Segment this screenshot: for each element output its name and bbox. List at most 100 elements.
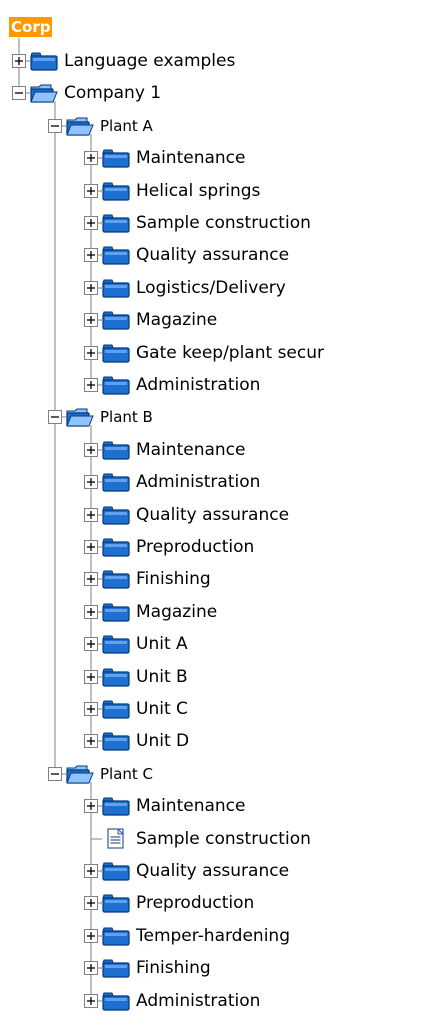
tree-node-label[interactable]: Finishing	[136, 953, 211, 983]
expand-plus-icon[interactable]	[84, 636, 98, 651]
expand-plus-icon[interactable]	[84, 960, 98, 975]
tree-node-label[interactable]: Language examples	[64, 46, 235, 76]
collapse-minus-icon[interactable]	[48, 118, 62, 133]
folder-closed-icon	[101, 504, 131, 526]
expand-plus-icon[interactable]	[84, 442, 98, 457]
tree-node[interactable]: Unit C	[84, 694, 418, 724]
tree-node[interactable]: Company 1	[12, 78, 418, 108]
tree-node-label[interactable]: Unit C	[136, 694, 188, 724]
expand-plus-icon[interactable]	[12, 53, 26, 68]
tree-node[interactable]: Unit A	[84, 629, 418, 659]
expand-plus-icon[interactable]	[84, 215, 98, 230]
collapse-minus-icon[interactable]	[48, 766, 62, 781]
expand-plus-icon[interactable]	[84, 183, 98, 198]
expand-plus-icon[interactable]	[84, 733, 98, 748]
tree-node[interactable]: Plant B	[48, 402, 418, 432]
folder-closed-icon	[101, 698, 131, 720]
tree-node-label[interactable]: Temper-hardening	[136, 921, 290, 951]
expand-plus-icon[interactable]	[84, 604, 98, 619]
tree-node-label[interactable]: Maintenance	[136, 791, 245, 821]
tree-node-label[interactable]: Maintenance	[136, 435, 245, 465]
tree-node[interactable]: Magazine	[84, 305, 418, 335]
tree-root-label[interactable]: Corp	[9, 17, 53, 37]
tree-node[interactable]: Preproduction	[84, 888, 418, 918]
tree-node[interactable]: Temper-hardening	[84, 921, 418, 951]
folder-closed-icon	[101, 212, 131, 234]
expand-plus-icon[interactable]	[84, 377, 98, 392]
tree-node[interactable]: Quality assurance	[84, 240, 418, 270]
folder-closed-icon	[101, 568, 131, 590]
expand-plus-icon[interactable]	[84, 312, 98, 327]
tree-node[interactable]: Administration	[84, 467, 418, 497]
tree-node-label[interactable]: Magazine	[136, 597, 217, 627]
expand-plus-icon[interactable]	[84, 247, 98, 262]
expand-plus-icon[interactable]	[84, 701, 98, 716]
tree-node-label[interactable]: Quality assurance	[136, 856, 289, 886]
expand-plus-icon[interactable]	[84, 150, 98, 165]
folder-closed-icon	[101, 147, 131, 169]
tree-node-label[interactable]: Finishing	[136, 564, 211, 594]
tree-node-label[interactable]: Maintenance	[136, 143, 245, 173]
tree-node[interactable]: Unit D	[84, 726, 418, 756]
tree-node-label[interactable]: Administration	[136, 986, 260, 1016]
tree-node[interactable]: Gate keep/plant secur	[84, 338, 418, 368]
tree-node[interactable]: Language examples	[12, 46, 418, 76]
tree-node[interactable]: Maintenance	[84, 435, 418, 465]
expand-plus-icon[interactable]	[84, 507, 98, 522]
expand-plus-icon[interactable]	[84, 474, 98, 489]
expand-plus-icon[interactable]	[84, 895, 98, 910]
folder-closed-icon	[101, 471, 131, 493]
tree-node-label[interactable]: Plant A	[100, 111, 153, 141]
expand-plus-icon[interactable]	[84, 863, 98, 878]
tree-node[interactable]: Unit B	[84, 662, 418, 692]
tree-node[interactable]: Logistics/Delivery	[84, 273, 418, 303]
expand-plus-icon[interactable]	[84, 928, 98, 943]
tree-node[interactable]: Quality assurance	[84, 500, 418, 530]
tree-node-label[interactable]: Unit D	[136, 726, 189, 756]
tree-node-label[interactable]: Gate keep/plant secur	[136, 338, 324, 368]
tree-node[interactable]: Finishing	[84, 953, 418, 983]
tree-node-label[interactable]: Sample construction	[136, 208, 311, 238]
collapse-minus-icon[interactable]	[48, 409, 62, 424]
tree-node-label[interactable]: Sample construction	[136, 824, 311, 854]
tree-node-label[interactable]: Preproduction	[136, 888, 254, 918]
tree-node-label[interactable]: Quality assurance	[136, 240, 289, 270]
tree-node[interactable]: Preproduction	[84, 532, 418, 562]
tree-node[interactable]: Quality assurance	[84, 856, 418, 886]
tree-node[interactable]: Sample construction	[84, 208, 418, 238]
tree-node[interactable]: Administration	[84, 986, 418, 1016]
tree-node-label[interactable]: Administration	[136, 370, 260, 400]
tree-node[interactable]: Finishing	[84, 564, 418, 594]
tree-node-label[interactable]: Magazine	[136, 305, 217, 335]
tree-node-label[interactable]: Helical springs	[136, 176, 260, 206]
tree-node-label[interactable]: Unit B	[136, 662, 188, 692]
tree-node[interactable]: Plant A	[48, 111, 418, 141]
tree-node[interactable]: Maintenance	[84, 143, 418, 173]
folder-closed-icon	[101, 860, 131, 882]
tree-node-label[interactable]: Logistics/Delivery	[136, 273, 286, 303]
expand-plus-icon[interactable]	[84, 993, 98, 1008]
tree-node-label[interactable]: Quality assurance	[136, 500, 289, 530]
expand-plus-icon[interactable]	[84, 571, 98, 586]
tree-node[interactable]: Maintenance	[84, 791, 418, 821]
tree-node-label[interactable]: Plant B	[100, 402, 153, 432]
tree-node-label[interactable]: Preproduction	[136, 532, 254, 562]
tree-node-label[interactable]: Administration	[136, 467, 260, 497]
tree-node[interactable]: Plant C	[48, 759, 418, 789]
tree-node[interactable]: Sample construction	[84, 824, 418, 854]
tree-node-label[interactable]: Unit A	[136, 629, 188, 659]
folder-open-icon	[65, 763, 95, 785]
tree-node[interactable]: Administration	[84, 370, 418, 400]
collapse-minus-icon[interactable]	[12, 85, 26, 100]
expand-plus-icon[interactable]	[84, 669, 98, 684]
expand-plus-icon[interactable]	[84, 345, 98, 360]
folder-closed-icon	[101, 633, 131, 655]
expand-plus-icon[interactable]	[84, 539, 98, 554]
folder-open-icon	[65, 115, 95, 137]
tree-node[interactable]: Magazine	[84, 597, 418, 627]
tree-node-label[interactable]: Plant C	[100, 759, 153, 789]
expand-plus-icon[interactable]	[84, 280, 98, 295]
tree-node[interactable]: Helical springs	[84, 176, 418, 206]
tree-node-label[interactable]: Company 1	[64, 78, 161, 108]
expand-plus-icon[interactable]	[84, 798, 98, 813]
